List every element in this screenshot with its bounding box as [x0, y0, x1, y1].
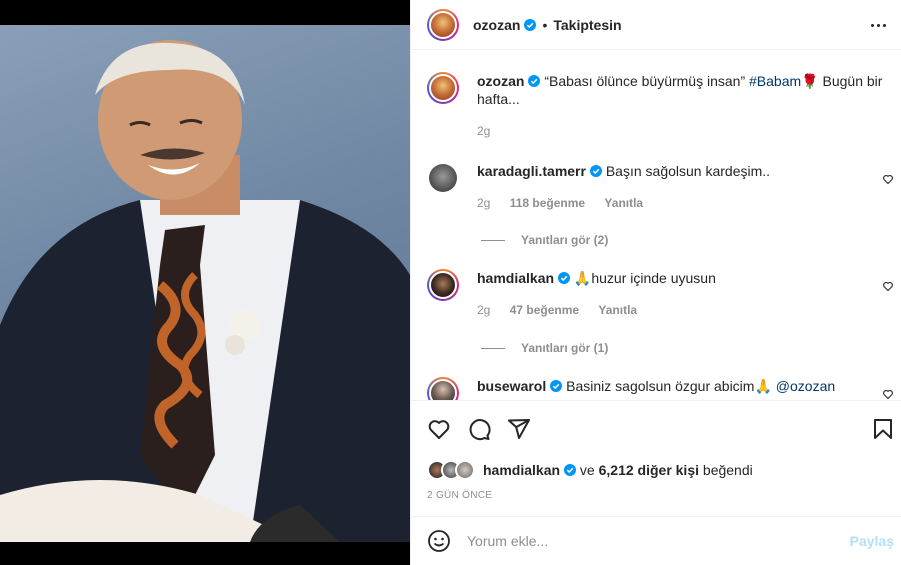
replies-divider [481, 347, 505, 349]
comment-mention[interactable]: @ozozan [776, 378, 835, 394]
verified-icon [528, 75, 541, 87]
post-media[interactable] [0, 0, 410, 565]
caption-quote: “Babası ölünce büyürmüş insan” [544, 73, 746, 89]
liker-avatar [455, 460, 475, 480]
comment-icon[interactable] [467, 417, 491, 441]
comment-text: Basiniz sagolsun özgur abicim🙏 [566, 378, 772, 394]
liker-username[interactable]: hamdialkan [483, 462, 560, 478]
separator-dot: • [542, 16, 548, 33]
comment-item: karadagli.tamerr Başın sağolsun kardeşim… [427, 162, 877, 212]
avatar[interactable] [427, 377, 459, 400]
comment-username[interactable]: karadagli.tamerr [477, 163, 586, 179]
comment-item: hamdialkan 🙏huzur içinde uyusun 2g 47 be… [427, 269, 877, 319]
comment-text: Başın sağolsun kardeşim.. [605, 163, 771, 179]
verified-icon [589, 165, 602, 177]
caption-hashtag[interactable]: #Babam [749, 73, 801, 89]
view-replies-label: Yanıtları gör (1) [521, 341, 609, 355]
verified-icon [558, 272, 571, 284]
post-date[interactable]: 2 GÜN ÖNCE [427, 490, 492, 501]
comment-text: 🙏huzur içinde uyusun [573, 270, 716, 286]
comment-time[interactable]: 2g [477, 303, 490, 317]
comments-list[interactable]: ozozan “Babası ölünce büyürmüş insan” #B… [411, 51, 901, 400]
author-username[interactable]: ozozan [473, 17, 520, 33]
reply-button[interactable]: Yanıtla [604, 196, 643, 210]
replies-divider [481, 239, 505, 241]
comment-username[interactable]: hamdialkan [477, 270, 554, 286]
comment-likes[interactable]: 47 beğenme [510, 303, 579, 317]
likes-others-count[interactable]: 6,212 diğer kişi [599, 462, 699, 478]
likes-connector: ve [579, 462, 595, 478]
post-header: ozozan • Takiptesin [411, 0, 901, 50]
likes-suffix: beğendi [702, 462, 753, 478]
view-replies-label: Yanıtları gör (2) [521, 233, 609, 247]
reply-button[interactable]: Yanıtla [598, 303, 637, 317]
comment-time[interactable]: 2g [477, 196, 490, 210]
post-comment-button[interactable]: Paylaş [850, 533, 894, 549]
emoji-icon[interactable] [427, 529, 451, 553]
heart-icon[interactable] [882, 388, 894, 400]
likes-summary: hamdialkan ve 6,212 diğer kişi beğendi [427, 460, 753, 480]
view-replies[interactable]: Yanıtları gör (2) [481, 233, 608, 247]
action-bar [411, 400, 901, 460]
verified-icon [524, 18, 537, 31]
share-icon[interactable] [507, 417, 531, 441]
rose-icon: 🌹 [801, 73, 819, 89]
photo-illustration [0, 40, 410, 542]
comment-input[interactable] [467, 533, 827, 549]
comment-item: busewarol Basiniz sagolsun özgur abicim🙏… [427, 377, 877, 400]
bookmark-icon[interactable] [871, 417, 895, 441]
avatar[interactable] [427, 72, 459, 104]
caption-time[interactable]: 2g [477, 122, 887, 140]
avatar[interactable] [427, 269, 459, 301]
avatar[interactable] [427, 8, 459, 41]
heart-icon[interactable] [882, 280, 894, 292]
post-caption: ozozan “Babası ölünce büyürmüş insan” #B… [427, 72, 887, 140]
verified-icon [550, 380, 563, 392]
heart-icon[interactable] [882, 173, 894, 185]
add-comment-bar: Paylaş [411, 516, 901, 565]
post-photo [0, 25, 410, 542]
view-replies[interactable]: Yanıtları gör (1) [481, 341, 608, 355]
caption-username[interactable]: ozozan [477, 73, 524, 89]
comment-username[interactable]: busewarol [477, 378, 546, 394]
avatar[interactable] [427, 162, 459, 194]
verified-icon [564, 464, 577, 476]
more-options-icon[interactable] [866, 15, 890, 35]
follow-status[interactable]: Takiptesin [553, 17, 621, 33]
post-side-panel: ozozan • Takiptesin ozozan “Babası ölünc… [410, 0, 901, 565]
heart-icon[interactable] [427, 417, 451, 441]
comment-likes[interactable]: 118 beğenme [510, 196, 585, 210]
